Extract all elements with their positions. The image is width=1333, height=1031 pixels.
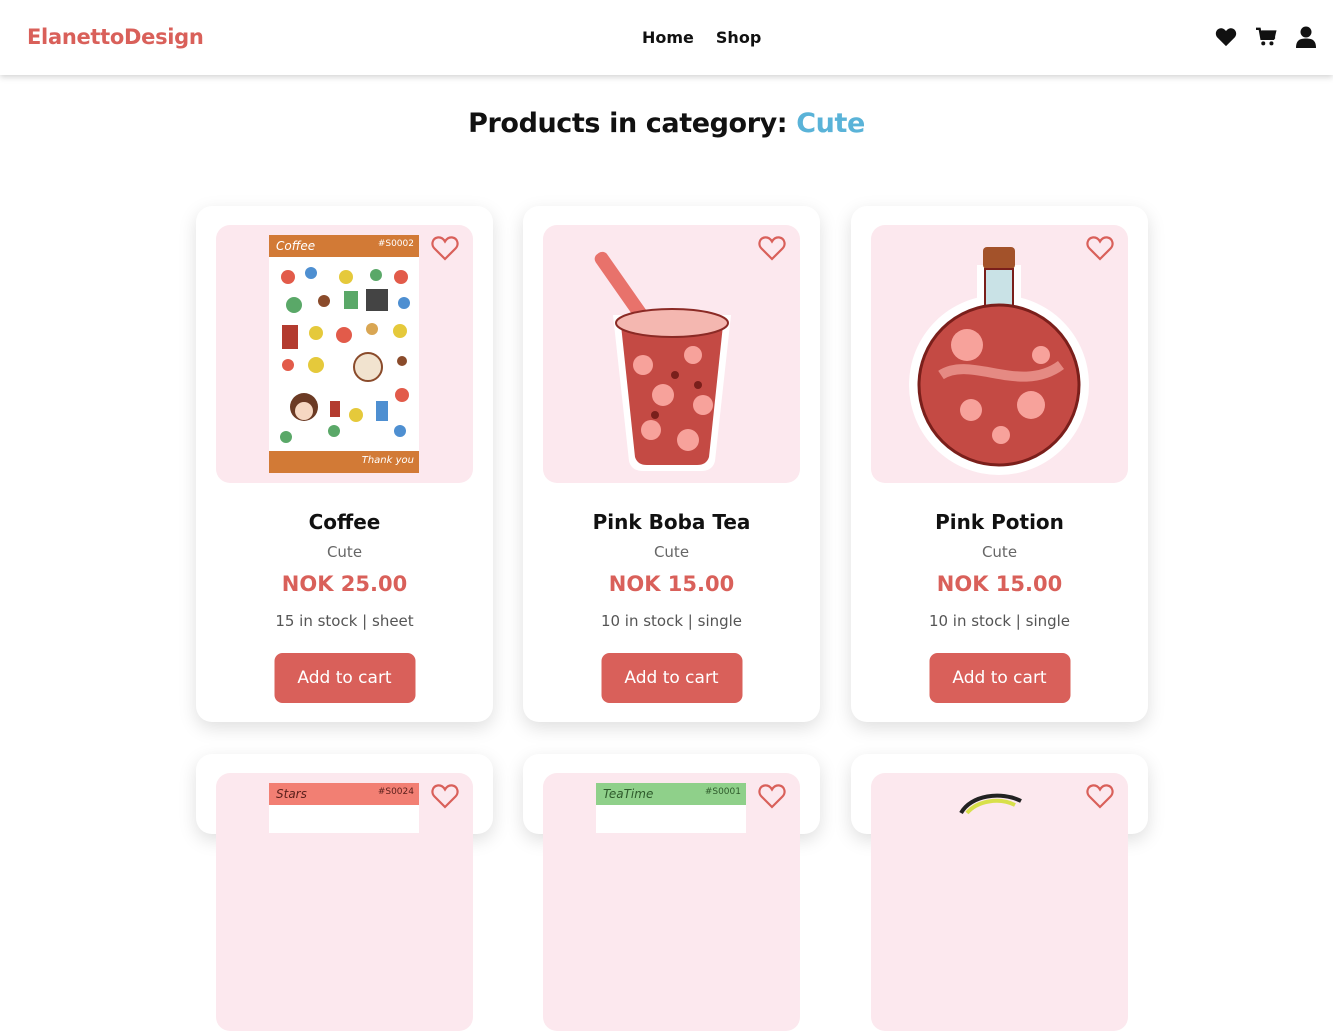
favorite-heart-icon[interactable] (431, 235, 459, 261)
product-category: Cute (653, 543, 690, 561)
add-to-cart-button[interactable]: Add to cart (274, 653, 415, 703)
product-category: Cute (326, 543, 363, 561)
nav-links: Home Shop (642, 28, 761, 47)
sticker-sheet-footer: Thank you (270, 451, 420, 473)
favorite-heart-icon[interactable] (431, 783, 459, 809)
potion-sticker-image (909, 247, 1089, 475)
cart-icon[interactable] (1255, 26, 1277, 48)
product-price: NOK 25.00 (281, 572, 408, 596)
sticker-sheet-title: Stars (276, 787, 307, 801)
sticker-sheet-code: #S0024 (377, 787, 414, 797)
add-to-cart-button[interactable]: Add to cart (601, 653, 742, 703)
sticker-sheet-footer-text: Thank you (361, 455, 414, 466)
page-title: Products in category: Cute (0, 108, 1333, 139)
heart-icon[interactable] (1215, 26, 1237, 48)
product-card: TeaTime #S0001 (523, 754, 820, 1031)
favorite-heart-icon[interactable] (1086, 783, 1114, 809)
nav-icons (1215, 26, 1317, 48)
nav-home-link[interactable]: Home (642, 28, 694, 47)
product-stock: 10 in stock | single (928, 612, 1071, 630)
product-name[interactable]: Pink Boba Tea (523, 510, 820, 534)
product-card (851, 754, 1148, 1031)
product-image[interactable]: Stars #S0024 (216, 773, 473, 1031)
product-card: Stars #S0024 (196, 754, 493, 1031)
favorite-heart-icon[interactable] (758, 235, 786, 261)
product-image[interactable]: TeaTime #S0001 (543, 773, 800, 1031)
product-price: NOK 15.00 (608, 572, 735, 596)
sticker-sheet-header: Stars #S0024 (270, 783, 420, 805)
page-title-category: Cute (796, 108, 865, 139)
product-card: Pink Potion Cute NOK 15.00 10 in stock |… (851, 206, 1148, 722)
user-icon[interactable] (1295, 26, 1317, 48)
sticker-sheet-code: #S0002 (377, 239, 414, 249)
product-stock: 15 in stock | sheet (275, 612, 414, 630)
product-card: Pink Boba Tea Cute NOK 15.00 10 in stock… (523, 206, 820, 722)
sticker-sheet-code: #S0001 (704, 787, 741, 797)
product-price: NOK 15.00 (936, 572, 1063, 596)
sticker-sheet-title: TeaTime (603, 787, 654, 801)
top-navbar: ElanettoDesign Home Shop (0, 0, 1333, 75)
product-image[interactable] (871, 225, 1128, 483)
boba-tea-sticker-image (594, 251, 731, 471)
sticker-sheet-title: Coffee (276, 239, 316, 253)
product-image[interactable] (543, 225, 800, 483)
product-category: Cute (981, 543, 1018, 561)
page-title-prefix: Products in category: (468, 108, 788, 139)
product-stock: 10 in stock | single (600, 612, 743, 630)
nav-shop-link[interactable]: Shop (716, 28, 761, 47)
favorite-heart-icon[interactable] (1086, 235, 1114, 261)
product-name[interactable]: Pink Potion (851, 510, 1148, 534)
product-image[interactable]: Coffee #S0002 Thank you (216, 225, 473, 483)
sticker-sheet-header: TeaTime #S0001 (597, 783, 747, 805)
product-image[interactable] (871, 773, 1128, 1031)
sticker-sheet-header: Coffee #S0002 (270, 235, 420, 257)
brand-logo[interactable]: ElanettoDesign (27, 25, 204, 49)
favorite-heart-icon[interactable] (758, 783, 786, 809)
product-card: Coffee #S0002 Thank you Coffee Cute NOK … (196, 206, 493, 722)
add-to-cart-button[interactable]: Add to cart (929, 653, 1070, 703)
coffee-sticker-sheet-image (269, 235, 419, 473)
product-name[interactable]: Coffee (196, 510, 493, 534)
